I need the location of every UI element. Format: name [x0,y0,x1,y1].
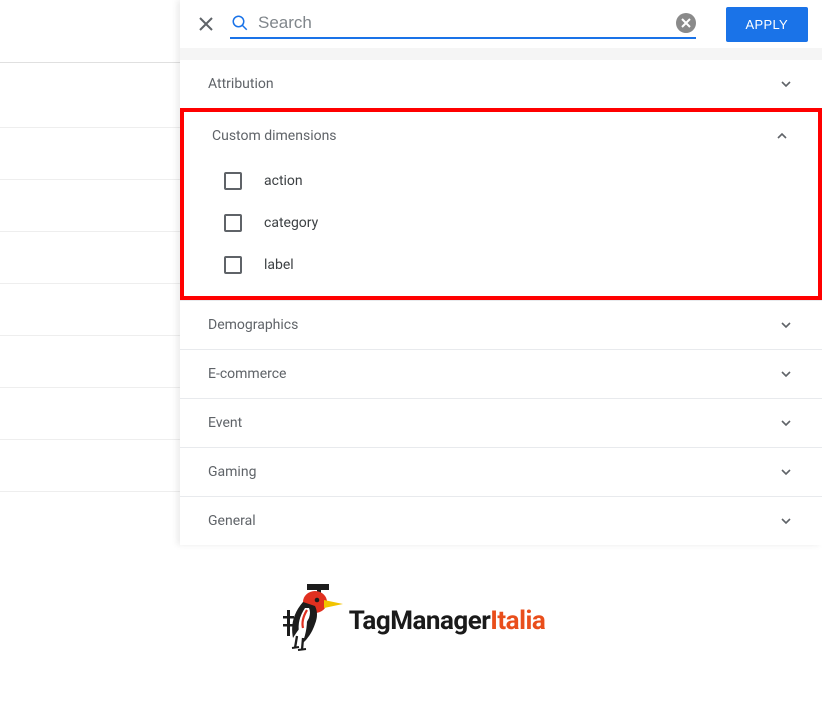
section-event[interactable]: Event [180,398,822,447]
logo-tagmanager: TagManager [349,606,491,636]
checkbox-item-category[interactable]: category [184,202,818,244]
left-row [0,388,180,440]
custom-dimension-items: action category label [184,160,818,296]
logo-italia: Italia [490,606,545,636]
section-title: General [208,513,256,529]
section-general[interactable]: General [180,496,822,545]
apply-button[interactable]: APPLY [726,7,808,42]
chevron-down-icon [778,513,794,529]
section-custom-dimensions[interactable]: Custom dimensions [184,112,818,160]
chevron-down-icon [778,464,794,480]
left-row [0,284,180,336]
section-attribution[interactable]: Attribution [180,60,822,108]
chevron-up-icon [774,128,790,144]
logo-text: TagManagerItalia [349,606,546,636]
header-bar: APPLY [180,0,822,48]
section-custom-dimensions-highlighted: Custom dimensions action category label [180,108,822,300]
section-title: Custom dimensions [212,128,337,144]
close-icon[interactable] [194,12,218,36]
checkbox-label: action [264,173,303,189]
checkbox-item-action[interactable]: action [184,160,818,202]
checkbox[interactable] [224,172,242,190]
left-row [0,180,180,232]
chevron-down-icon [778,366,794,382]
section-gaming[interactable]: Gaming [180,447,822,496]
chevron-down-icon [778,76,794,92]
search-container [230,9,696,39]
left-row [0,440,180,492]
section-title: Gaming [208,464,256,480]
left-row [0,128,180,180]
clear-search-icon[interactable] [676,13,696,33]
checkbox-label: category [264,215,318,231]
chevron-down-icon [778,415,794,431]
section-ecommerce[interactable]: E-commerce [180,349,822,398]
checkbox-item-label[interactable]: label [184,244,818,286]
checkbox-label: label [264,257,294,273]
search-icon [230,13,250,33]
section-title: E-commerce [208,366,286,382]
chevron-down-icon [778,317,794,333]
left-row [0,76,180,128]
section-title: Attribution [208,76,274,92]
left-divider [0,62,180,63]
woodpecker-logo-icon [277,580,345,662]
left-background-panel [0,0,180,560]
content-spacer [180,48,822,60]
left-rows [0,76,180,492]
checkbox[interactable] [224,214,242,232]
section-title: Demographics [208,317,298,333]
section-title: Event [208,415,242,431]
section-demographics[interactable]: Demographics [180,300,822,349]
dimensions-panel: APPLY Attribution Custom dimensions acti… [180,0,822,545]
search-input[interactable] [258,13,676,33]
left-row [0,336,180,388]
logo-footer: TagManagerItalia [0,580,822,662]
left-row [0,232,180,284]
sections-list: Attribution Custom dimensions action ca [180,60,822,545]
checkbox[interactable] [224,256,242,274]
